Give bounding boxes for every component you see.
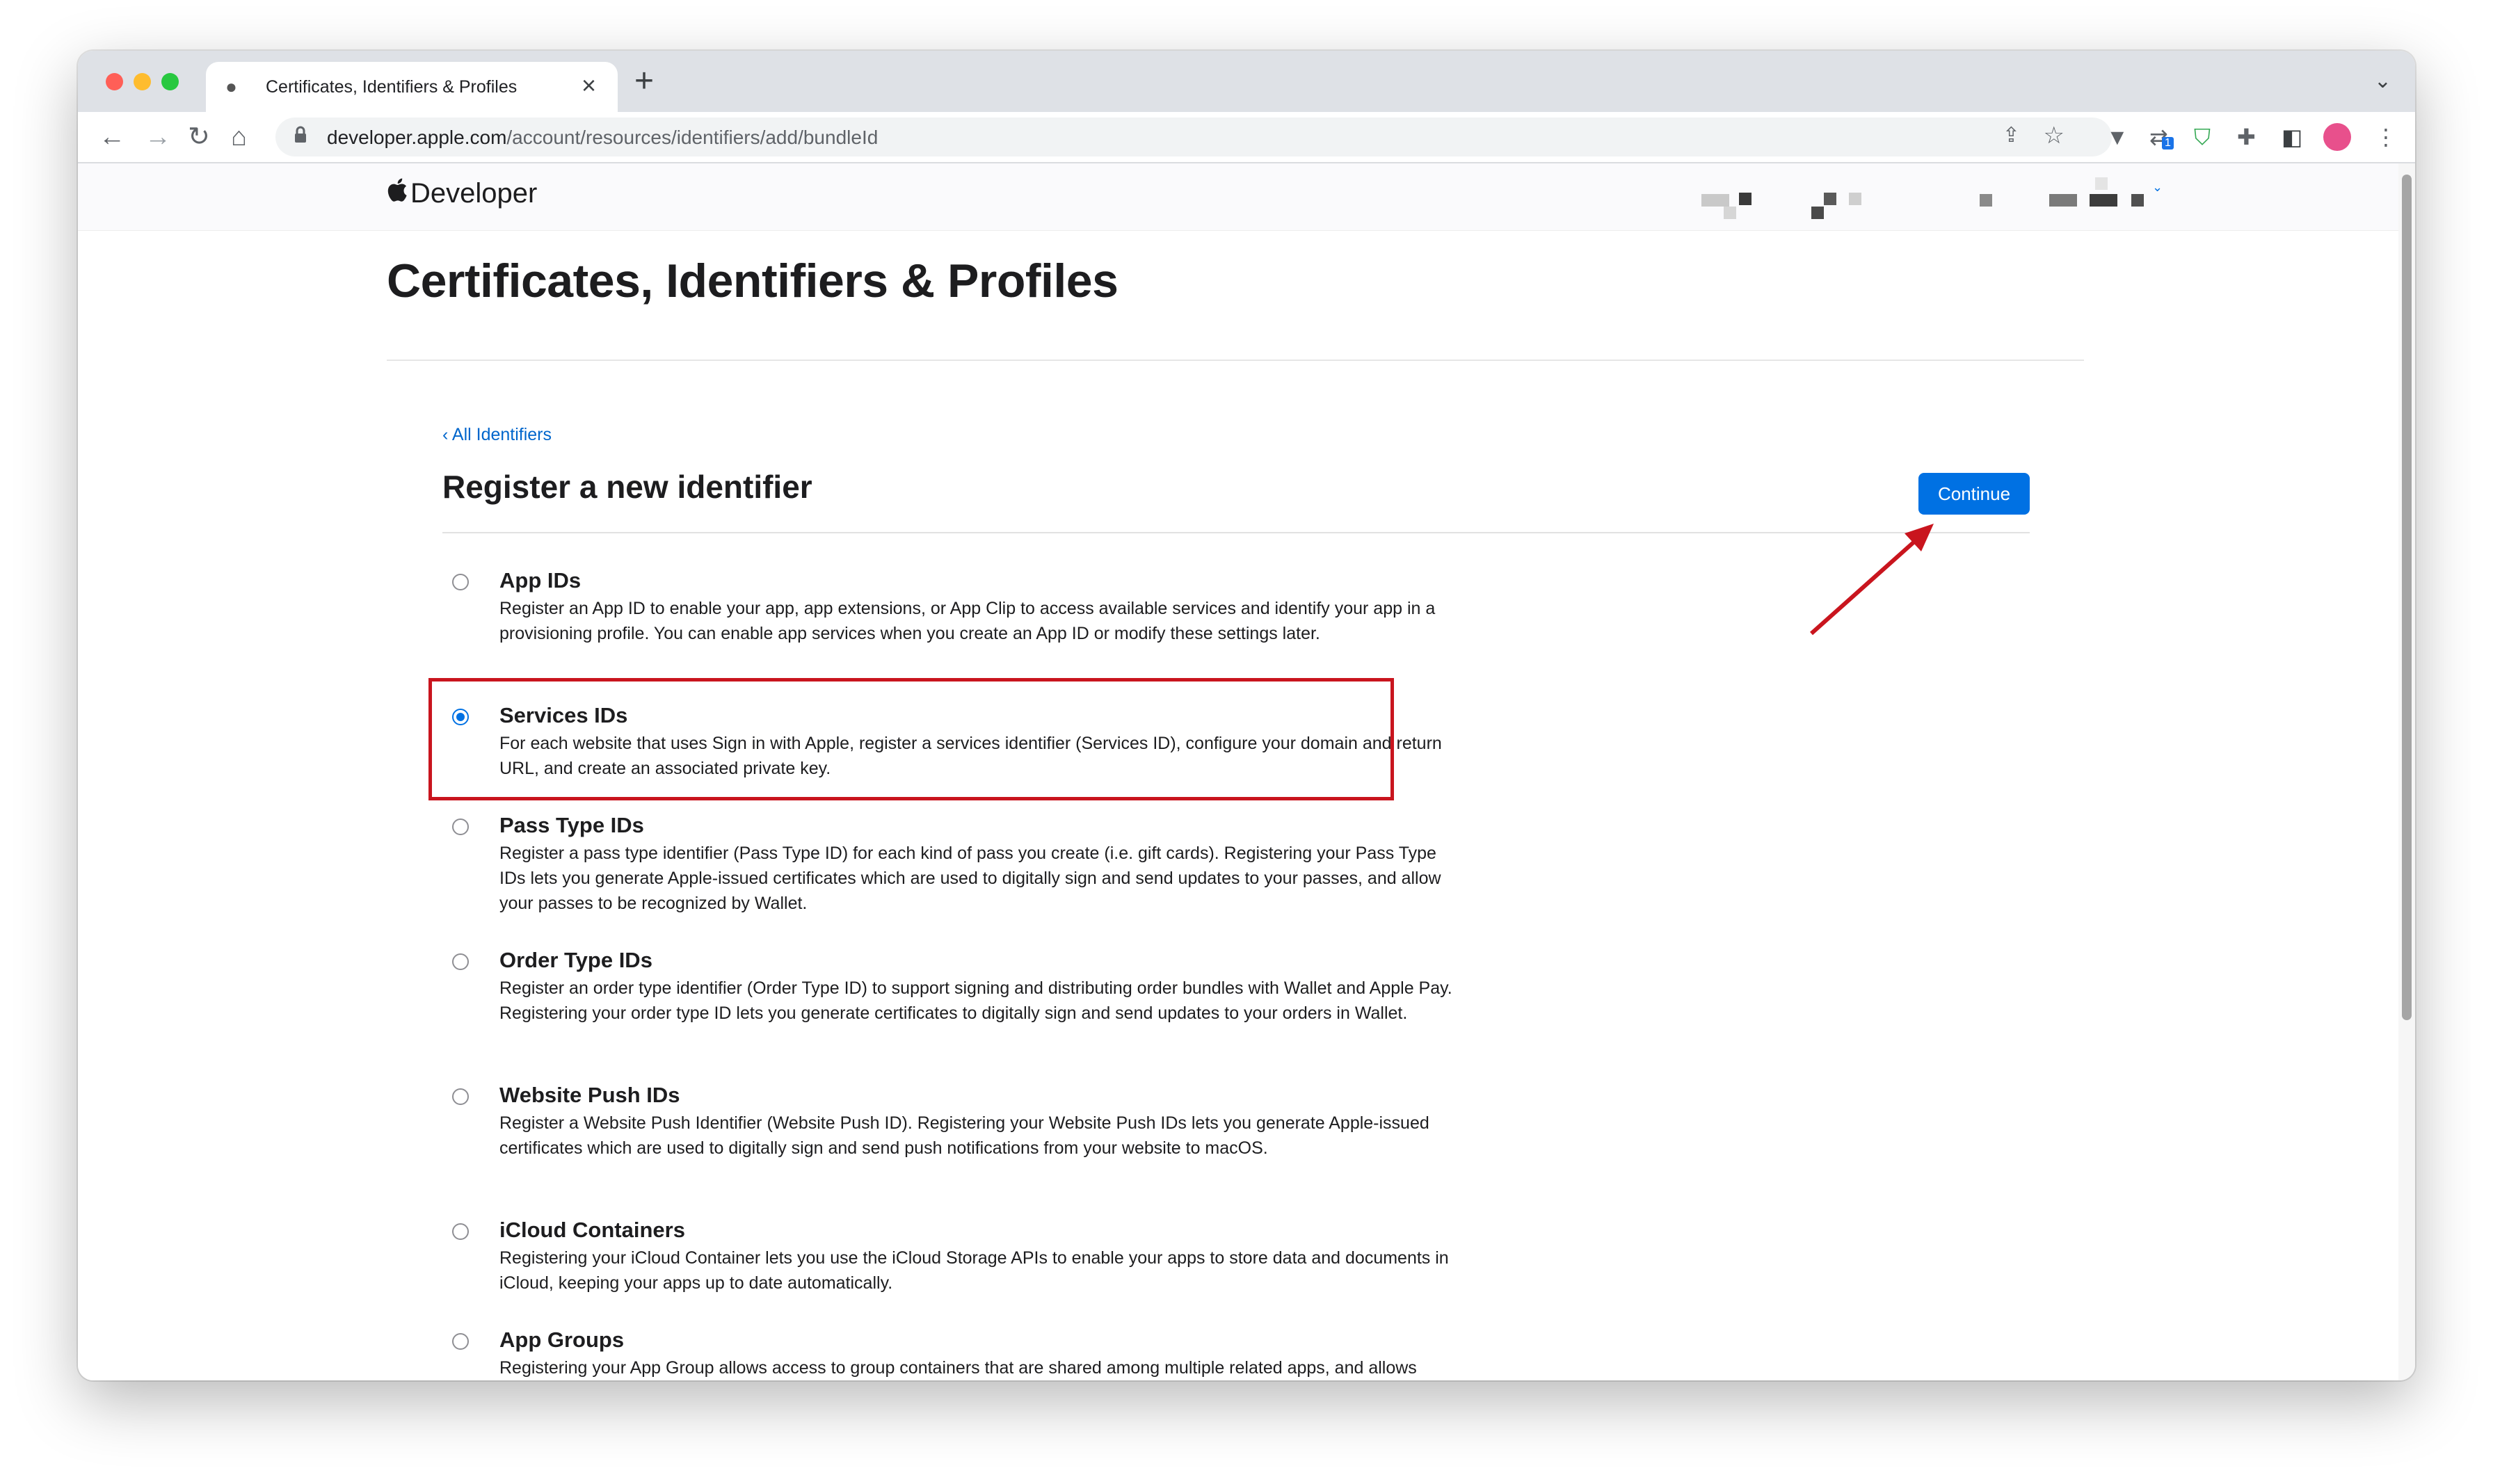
browser-window: ● Certificates, Identifiers & Profiles ×… — [78, 51, 2415, 1380]
title-divider — [387, 360, 2084, 361]
option-description: Register an App ID to enable your app, a… — [499, 599, 1436, 643]
option-title: App IDs — [499, 568, 582, 592]
bookmark-star-icon[interactable]: ☆ — [2044, 122, 2065, 150]
tab-title: Certificates, Identifiers & Profiles — [266, 77, 518, 97]
option-title: Order Type IDs — [499, 948, 652, 972]
chevron-down-icon[interactable]: ⌄ — [2152, 180, 2163, 195]
profile-avatar[interactable] — [2323, 123, 2351, 151]
option-title: iCloud Containers — [499, 1218, 685, 1242]
section-divider — [442, 532, 2030, 533]
minimize-window-button[interactable] — [134, 73, 151, 90]
new-tab-button[interactable]: + — [634, 62, 654, 101]
page-title: Certificates, Identifiers & Profiles — [387, 255, 1119, 307]
lock-icon[interactable] — [294, 126, 307, 149]
forward-arrow-icon[interactable]: → — [145, 120, 171, 154]
browser-tab-active[interactable]: ● Certificates, Identifiers & Profiles × — [206, 62, 618, 112]
annotation-highlight-box — [428, 678, 1394, 800]
radio-pass-type-ids[interactable] — [452, 818, 469, 835]
apple-logo-icon — [387, 177, 408, 209]
developer-logo[interactable]: Developer — [387, 177, 537, 209]
side-panel-icon[interactable]: ◧ — [2282, 123, 2302, 151]
radio-app-groups[interactable] — [452, 1333, 469, 1350]
option-title: App Groups — [499, 1328, 625, 1352]
brand-name: Developer — [410, 178, 538, 209]
radio-icloud-containers[interactable] — [452, 1223, 469, 1240]
puzzle-icon[interactable]: ✚ — [2237, 123, 2256, 151]
option-description: Register an order type identifier (Order… — [499, 978, 1452, 1023]
back-arrow-icon[interactable]: ← — [99, 120, 125, 154]
option-description: Register a Website Push Identifier (Webs… — [499, 1113, 1429, 1158]
option-title: Pass Type IDs — [499, 813, 644, 837]
share-icon[interactable]: ⇪ — [2003, 123, 2020, 147]
extension-badge-icon[interactable]: ⇄ 1 — [2149, 123, 2174, 151]
address-bar[interactable]: developer.apple.com/account/resources/id… — [275, 118, 2112, 156]
section-title: Register a new identifier — [442, 469, 812, 505]
option-description: Register a pass type identifier (Pass Ty… — [499, 844, 1441, 913]
vpn-extension-icon[interactable]: ▼ — [2106, 123, 2129, 151]
zoom-window-button[interactable] — [161, 73, 179, 90]
close-tab-icon[interactable]: × — [582, 72, 596, 99]
tab-strip: ● Certificates, Identifiers & Profiles ×… — [78, 51, 2415, 112]
account-info-redacted: ⌄ — [1622, 177, 2179, 226]
shield-icon[interactable]: ⛉ — [2194, 123, 2211, 151]
scrollbar-thumb[interactable] — [2402, 175, 2412, 1020]
radio-website-push-ids[interactable] — [452, 1088, 469, 1105]
reload-icon[interactable]: ↻ — [188, 120, 210, 154]
close-window-button[interactable] — [106, 73, 123, 90]
apple-favicon-icon: ● — [225, 76, 237, 97]
chevron-down-icon[interactable]: ⌄ — [2374, 69, 2391, 93]
all-identifiers-link[interactable]: ‹ All Identifiers — [442, 425, 552, 445]
url-text[interactable]: developer.apple.com/account/resources/id… — [327, 127, 878, 149]
continue-button[interactable]: Continue — [1918, 473, 2030, 515]
option-description: Registering your App Group allows access… — [499, 1358, 1417, 1378]
home-icon[interactable]: ⌂ — [231, 120, 247, 154]
developer-global-nav: Developer ⌄ — [78, 163, 2398, 231]
radio-app-ids[interactable] — [452, 574, 469, 590]
option-title: Website Push IDs — [499, 1083, 680, 1107]
kebab-menu-icon[interactable]: ⋮ — [2375, 123, 2397, 151]
radio-order-type-ids[interactable] — [452, 953, 469, 970]
option-description: Registering your iCloud Container lets y… — [499, 1248, 1449, 1293]
browser-toolbar: ← → ↻ ⌂ developer.apple.com/account/reso… — [78, 112, 2415, 163]
page-content: Developer ⌄ Certificates, Identifiers & … — [78, 163, 2398, 1380]
